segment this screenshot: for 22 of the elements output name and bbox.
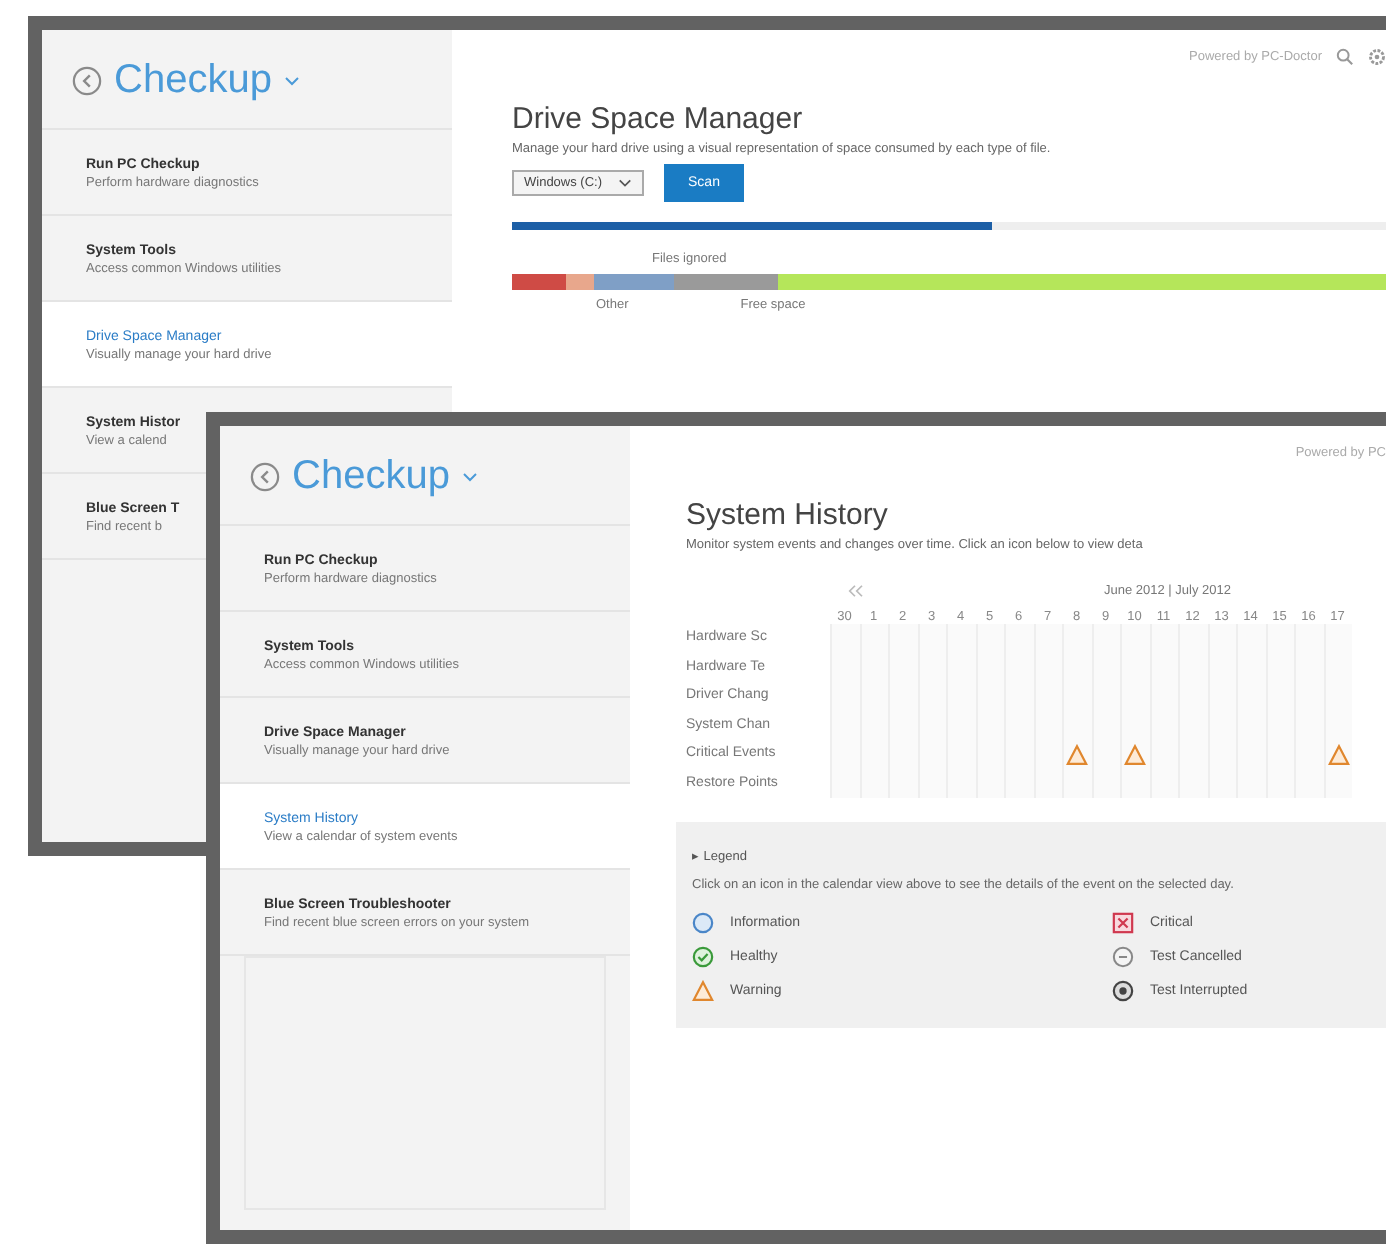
caret-icon <box>618 178 633 188</box>
interrupted-circle-icon <box>1112 980 1134 1003</box>
settings-icon[interactable] <box>1368 47 1386 65</box>
calendar-cell[interactable] <box>1120 740 1149 769</box>
caret-icon[interactable] <box>461 472 478 482</box>
app-title: Checkup <box>114 58 272 104</box>
warning-triangle-icon <box>1124 743 1147 766</box>
caret-icon[interactable] <box>283 76 300 86</box>
app-title: Checkup <box>292 454 450 500</box>
search-icon[interactable] <box>1336 47 1354 65</box>
page-title: Drive Space Manager <box>512 102 805 136</box>
calendar-cell[interactable] <box>1062 740 1091 769</box>
previous-icon[interactable] <box>846 583 864 597</box>
calendar-cell[interactable] <box>1323 740 1352 769</box>
warning-triangle-icon <box>692 980 714 1003</box>
check-circle-icon <box>692 946 714 969</box>
cancelled-circle-icon <box>1112 946 1134 969</box>
critical-square-icon <box>1112 912 1134 935</box>
warning-triangle-icon <box>1066 743 1089 766</box>
page-title: System History <box>686 498 890 532</box>
warning-triangle-icon <box>1327 743 1350 766</box>
info-circle-icon <box>692 912 714 935</box>
